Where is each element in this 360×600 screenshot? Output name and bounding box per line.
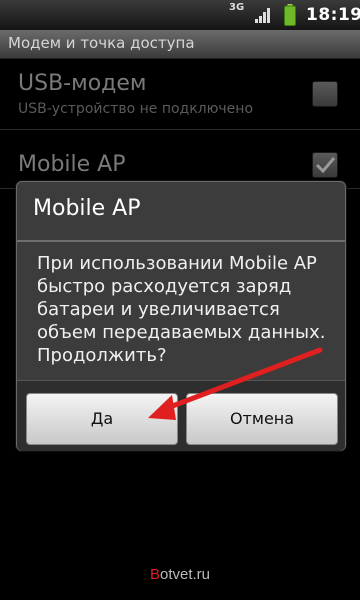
status-bar: 3G 18:19 [0, 0, 360, 30]
clock: 18:19 [306, 5, 360, 25]
dialog-title: Mobile AP [33, 196, 141, 221]
setting-title: USB-модем [18, 71, 147, 96]
cancel-button[interactable]: Отмена [186, 393, 338, 445]
yes-button[interactable]: Да [26, 393, 178, 445]
watermark-letter: B [149, 566, 160, 583]
dialog-button-bar: Да Отмена [17, 380, 345, 451]
battery-icon [284, 4, 296, 26]
watermark: Botvet.ru [0, 566, 360, 583]
screen-title-bar: Модем и точка доступа [0, 30, 360, 59]
screen-title: Модем и точка доступа [8, 34, 195, 52]
signal-icon [255, 8, 270, 23]
dialog-header: Mobile AP [17, 182, 345, 242]
mobile-ap-checkbox[interactable] [312, 152, 338, 178]
usb-tethering-checkbox[interactable] [312, 81, 338, 107]
dialog-message: При использовании Mobile AP быстро расхо… [37, 253, 326, 366]
confirm-dialog: Mobile AP При использовании Mobile AP бы… [16, 181, 346, 451]
setting-subtitle: USB-устройство не подключено [18, 101, 254, 117]
watermark-text: otvet.ru [159, 566, 211, 583]
network-type-label: 3G [229, 2, 245, 13]
setting-usb-tethering[interactable]: USB-модем USB-устройство не подключено [0, 59, 360, 130]
setting-title: Mobile AP [18, 152, 126, 177]
check-icon [315, 157, 336, 174]
